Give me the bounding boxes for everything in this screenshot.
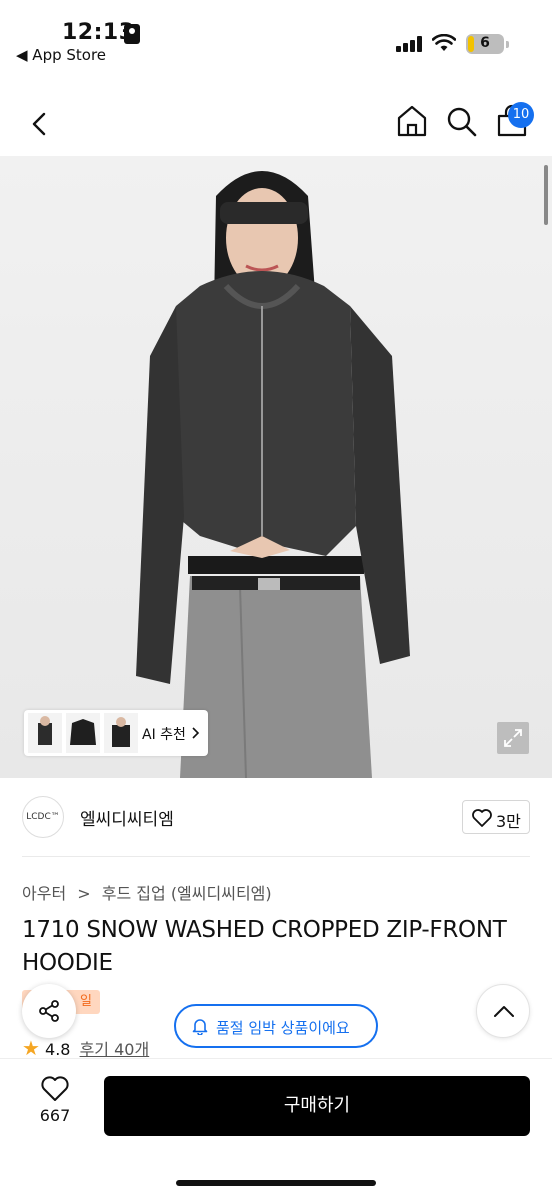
ai-thumb-3 [104,713,138,753]
cart-count-badge: 10 [508,102,534,128]
share-icon [39,1000,59,1022]
focus-mode-icon [124,24,140,44]
heart-icon [41,1076,69,1101]
chevron-right-icon [192,727,200,739]
home-icon[interactable] [396,104,428,138]
breadcrumb-category[interactable]: 아우터 [22,884,66,903]
battery-icon: 6 [466,34,504,54]
breadcrumb: 아우터 > 후드 집업 (엘씨디씨티엠) [22,880,278,904]
star-icon: ★ [22,1036,40,1060]
brand-name[interactable]: 엘씨디씨티엠 [80,805,174,830]
buy-button[interactable]: 구매하기 [104,1076,530,1136]
product-image[interactable] [0,156,552,778]
ai-recommendation-button[interactable]: AI 추천 [24,710,208,756]
bell-icon [192,1019,208,1035]
divider [22,856,530,857]
low-stock-text: 품절 임박 상품이에요 [216,1019,350,1037]
product-rating: ★ 4.8 후기 40개 [22,1036,149,1060]
back-to-app-store-link[interactable]: ◀ App Store [16,46,106,64]
brand-like-count: 3만 [496,812,521,831]
brand-logo[interactable]: LCDC™ [22,796,64,838]
wifi-icon [432,34,456,51]
breadcrumb-subcategory[interactable]: 후드 집업 (엘씨디씨티엠) [102,884,272,903]
ai-thumb-1 [28,713,62,753]
status-bar: 12:13 ◀ App Store 6 [0,0,552,70]
chevron-left-icon[interactable] [24,108,56,140]
expand-icon[interactable] [497,722,529,754]
ai-recommend-label: AI 추천 [142,727,186,743]
home-indicator[interactable] [176,1180,376,1186]
model-photo [136,171,410,778]
ai-thumb-2 [66,713,100,753]
rating-score: 4.8 [45,1040,71,1059]
scroll-to-top-button[interactable] [476,984,530,1038]
search-icon[interactable] [446,104,478,138]
review-count-link[interactable]: 후기 40개 [80,1040,150,1059]
wishlist-count: 667 [39,1106,71,1125]
heart-icon [472,809,492,827]
chevron-up-icon [494,1006,514,1017]
brand-like-button[interactable]: 3만 [462,800,530,834]
page-scroll-indicator [544,165,548,225]
battery-level: 6 [480,35,490,51]
top-nav-bar [0,90,552,154]
share-button[interactable] [22,984,76,1038]
cellular-signal-icon [396,36,422,52]
breadcrumb-separator: > [77,884,91,903]
product-title: 1710 SNOW WASHED CROPPED ZIP-FRONT HOODI… [22,917,507,976]
wishlist-button[interactable]: 667 [22,1076,88,1136]
low-stock-alert: 품절 임박 상품이에요 [174,1004,378,1048]
